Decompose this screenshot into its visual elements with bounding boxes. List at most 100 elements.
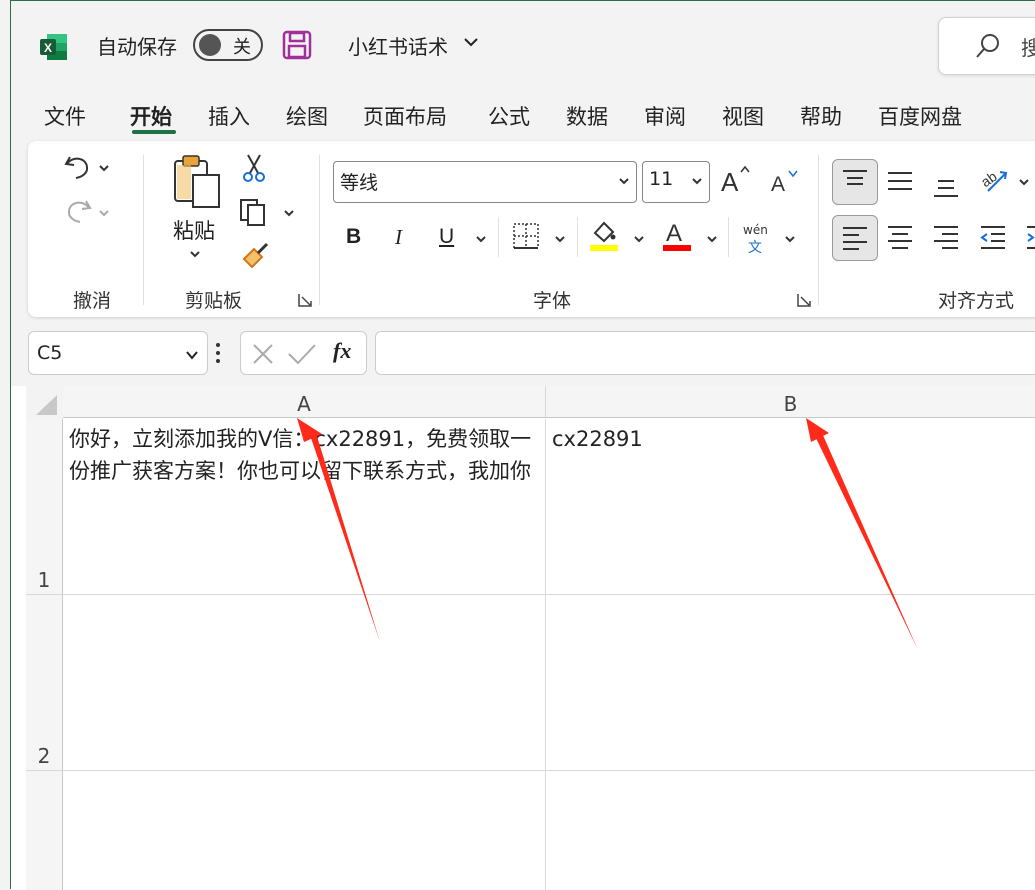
save-icon[interactable] <box>282 30 312 60</box>
phonetic-bottom-label[interactable]: 文 <box>748 237 762 257</box>
chevron-down-icon[interactable] <box>463 34 479 50</box>
italic-button[interactable]: I <box>395 225 402 250</box>
fill-color-icon[interactable] <box>589 217 619 253</box>
font-color-dropdown-icon[interactable] <box>706 234 718 244</box>
top-align-icon <box>843 170 867 185</box>
top-align-button[interactable] <box>832 159 878 205</box>
cell-a2[interactable] <box>63 595 546 771</box>
fill-color-dropdown-icon[interactable] <box>633 234 645 244</box>
underline-dropdown-icon[interactable] <box>475 234 487 244</box>
tab-home[interactable]: 开始 <box>130 101 172 131</box>
row-header-3[interactable] <box>26 771 63 890</box>
tab-draw[interactable]: 绘图 <box>286 101 328 131</box>
copy-dropdown-icon[interactable] <box>283 208 295 218</box>
select-all-corner[interactable] <box>26 386 63 419</box>
borders-icon[interactable] <box>511 221 541 251</box>
svg-text:A: A <box>666 220 682 247</box>
row-header-2[interactable]: 2 <box>26 595 63 771</box>
document-name[interactable]: 小红书话术 <box>348 31 448 60</box>
name-box-value: C5 <box>37 342 63 364</box>
cell-b1[interactable]: cx22891 <box>546 419 1035 595</box>
align-center-icon[interactable] <box>886 223 914 251</box>
phonetic-dropdown-icon[interactable] <box>784 234 796 244</box>
ribbon-tabs: 文件 开始 插入 绘图 页面布局 公式 数据 审阅 视图 帮助 百度网盘 <box>11 96 1035 136</box>
search-box[interactable]: 搜 <box>938 17 1035 75</box>
font-color-icon[interactable]: A <box>661 217 693 253</box>
clipboard-dialog-launcher-icon[interactable] <box>298 293 312 307</box>
cell-b3[interactable] <box>546 771 1035 890</box>
redo-dropdown-icon <box>99 210 109 217</box>
group-divider <box>143 155 144 305</box>
align-right-icon[interactable] <box>932 223 960 251</box>
row-number: 2 <box>37 744 51 768</box>
cell-a3[interactable] <box>63 771 546 890</box>
active-tab-indicator <box>132 130 176 134</box>
cancel-icon[interactable] <box>251 342 275 366</box>
paste-dropdown-icon[interactable] <box>189 249 201 259</box>
svg-text:ab: ab <box>978 168 1000 190</box>
tab-view[interactable]: 视图 <box>722 101 764 131</box>
format-painter-icon[interactable] <box>240 241 270 271</box>
group-label-alignment: 对齐方式 <box>938 290 1015 312</box>
chevron-down-icon <box>692 178 702 185</box>
font-dialog-launcher-icon[interactable] <box>797 293 811 307</box>
tab-formulas[interactable]: 公式 <box>488 101 530 131</box>
autosave-toggle[interactable]: 关 <box>193 29 263 61</box>
autosave-label: 自动保存 <box>97 35 177 59</box>
group-label-undo: 撤消 <box>73 290 112 312</box>
orientation-icon[interactable]: ab <box>978 163 1010 195</box>
tab-help[interactable]: 帮助 <box>800 101 842 131</box>
orientation-dropdown-icon[interactable] <box>1018 177 1030 187</box>
autosave-state: 关 <box>233 37 251 58</box>
row-header-1[interactable]: 1 <box>26 419 63 595</box>
formula-input[interactable] <box>375 331 1035 375</box>
decrease-indent-icon[interactable] <box>979 223 1007 251</box>
align-left-button[interactable] <box>832 215 878 261</box>
paste-icon[interactable] <box>169 153 225 211</box>
bottom-align-icon[interactable] <box>932 171 960 199</box>
cut-icon[interactable] <box>241 153 267 183</box>
phonetic-top-label[interactable]: wén <box>743 223 768 237</box>
copy-icon[interactable] <box>238 197 268 227</box>
tab-file[interactable]: 文件 <box>44 101 86 131</box>
name-box[interactable]: C5 <box>28 331 208 375</box>
middle-align-icon[interactable] <box>886 167 914 195</box>
font-size-select[interactable]: 11 <box>642 161 710 203</box>
divider <box>728 217 729 257</box>
increase-indent-icon[interactable] <box>1025 223 1035 251</box>
font-name-select[interactable]: 等线 <box>333 161 637 203</box>
tab-page-layout[interactable]: 页面布局 <box>363 101 447 131</box>
borders-dropdown-icon[interactable] <box>554 234 566 244</box>
column-header-a[interactable]: A <box>63 386 546 418</box>
align-left-icon <box>843 227 867 250</box>
undo-icon[interactable] <box>62 151 94 183</box>
undo-dropdown-icon[interactable] <box>98 163 110 173</box>
tab-data[interactable]: 数据 <box>566 101 608 131</box>
column-header-b[interactable]: B <box>546 386 1035 418</box>
divider <box>577 217 578 257</box>
cell-b2[interactable] <box>546 595 1035 771</box>
excel-window: X 自动保存 关 小红书话术 搜 文件 开始 插入 绘图 页面布局 公式 数据 … <box>10 0 1035 890</box>
font-size-value: 11 <box>649 168 674 190</box>
chevron-down-icon <box>619 178 629 185</box>
increase-font-size-icon[interactable]: A <box>720 163 752 195</box>
group-label-clipboard: 剪贴板 <box>185 290 243 312</box>
underline-button[interactable]: U <box>439 225 454 249</box>
insert-function-button[interactable]: fx <box>333 338 351 364</box>
bold-button[interactable]: B <box>346 225 361 249</box>
more-options-icon[interactable] <box>215 341 221 365</box>
cell-a1[interactable]: 你好，立刻添加我的V信：cx22891，免费领取一份推广获客方案！你也可以留下联… <box>63 419 546 595</box>
ribbon: 撤消 粘贴 剪贴板 等线 11 A A B I U A wén 文 字体 ab … <box>28 141 1035 317</box>
tab-baidu-netdisk[interactable]: 百度网盘 <box>878 101 962 131</box>
select-all-triangle-icon <box>36 395 57 415</box>
svg-text:A: A <box>771 173 785 196</box>
title-bar: X 自动保存 关 小红书话术 搜 <box>11 1 1035 89</box>
group-label-font: 字体 <box>533 290 572 312</box>
search-icon <box>976 34 999 58</box>
tab-review[interactable]: 审阅 <box>644 101 686 131</box>
decrease-font-size-icon[interactable]: A <box>770 167 800 197</box>
group-divider <box>818 155 819 305</box>
tab-insert[interactable]: 插入 <box>208 101 250 131</box>
enter-icon[interactable] <box>287 342 317 366</box>
paste-label[interactable]: 粘贴 <box>173 215 215 245</box>
